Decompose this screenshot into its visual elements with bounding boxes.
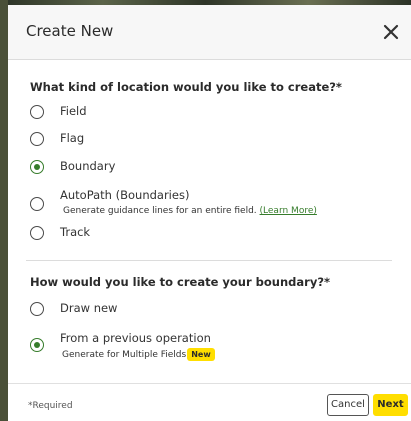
radio-autopath[interactable] xyxy=(30,197,44,211)
option-previous-operation-description: Generate for Multiple Fields New xyxy=(62,348,215,361)
option-track-label: Track xyxy=(60,225,91,239)
new-badge: New xyxy=(187,348,215,361)
option-previous-operation-label: From a previous operation xyxy=(60,331,211,345)
option-boundary-label: Boundary xyxy=(60,159,116,173)
option-autopath-label: AutoPath (Boundaries) xyxy=(60,188,190,202)
close-icon[interactable] xyxy=(381,22,401,42)
option-autopath-description: Generate guidance lines for an entire fi… xyxy=(63,206,317,216)
radio-draw-new[interactable] xyxy=(30,302,44,316)
radio-track[interactable] xyxy=(30,226,44,240)
section-divider xyxy=(26,260,392,261)
next-button[interactable]: Next xyxy=(373,394,408,416)
boundary-method-question: How would you like to create your bounda… xyxy=(30,275,331,289)
autopath-description-text: Generate guidance lines for an entire fi… xyxy=(63,206,257,216)
radio-field[interactable] xyxy=(30,105,44,119)
radio-previous-operation[interactable] xyxy=(30,338,44,352)
create-new-dialog: Create New What kind of location would y… xyxy=(8,5,411,421)
required-note: *Required xyxy=(28,401,73,411)
dialog-header: Create New xyxy=(8,5,411,60)
learn-more-link[interactable]: (Learn More) xyxy=(260,206,317,216)
radio-boundary[interactable] xyxy=(30,160,44,174)
background-map-edge xyxy=(0,0,8,421)
dialog-footer: *Required Cancel Next xyxy=(8,383,411,421)
radio-flag[interactable] xyxy=(30,132,44,146)
location-type-question: What kind of location would you like to … xyxy=(30,80,342,94)
option-draw-new-label: Draw new xyxy=(60,301,118,315)
cancel-button[interactable]: Cancel xyxy=(327,394,369,416)
previous-operation-description-text: Generate for Multiple Fields xyxy=(62,350,187,360)
option-field-label: Field xyxy=(60,104,87,118)
option-flag-label: Flag xyxy=(60,131,85,145)
dialog-title: Create New xyxy=(26,22,114,40)
